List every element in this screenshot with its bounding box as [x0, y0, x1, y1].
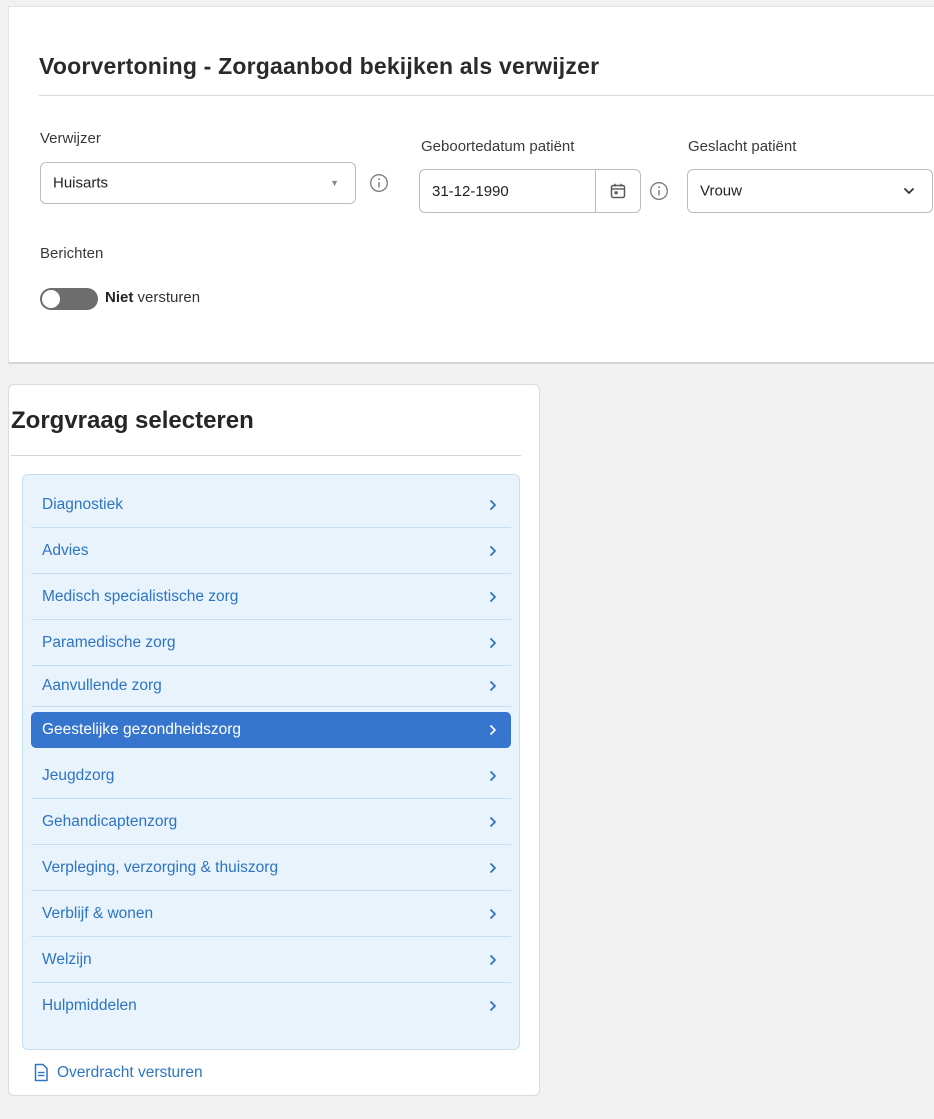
verwijzer-value: Huisarts — [53, 174, 109, 192]
geboortedatum-field — [419, 169, 641, 213]
category-label: Paramedische zorg — [42, 633, 176, 651]
info-circle-icon[interactable] — [649, 181, 669, 201]
category-item[interactable]: Diagnostiek — [31, 482, 511, 528]
category-label: Medisch specialistische zorg — [42, 587, 239, 605]
chevron-right-icon — [490, 681, 496, 691]
berichten-label: Berichten — [40, 245, 104, 262]
zorgvraag-card: Zorgvraag selecteren Diagnostiek Advies Me… — [8, 384, 540, 1096]
chevron-right-icon — [490, 499, 496, 510]
chevron-right-icon — [490, 862, 496, 873]
verwijzer-select[interactable]: Huisarts ▼ — [40, 162, 356, 204]
chevron-right-icon — [490, 724, 496, 735]
chevron-right-icon — [490, 816, 496, 827]
geslacht-label: Geslacht patiënt — [688, 138, 797, 155]
date-input[interactable] — [421, 171, 587, 211]
chevron-right-icon — [490, 545, 496, 556]
title-divider — [39, 95, 934, 96]
zorgvraag-title: Zorgvraag selecteren — [11, 407, 254, 434]
berichten-status-bold: Niet — [105, 289, 134, 306]
calendar-button[interactable] — [595, 170, 640, 212]
geslacht-select[interactable]: Vrouw — [687, 169, 933, 213]
category-label: Advies — [42, 541, 89, 559]
category-item[interactable]: Hulpmiddelen — [31, 983, 511, 1029]
category-label: Aanvullende zorg — [42, 677, 162, 694]
category-label: Diagnostiek — [42, 495, 123, 513]
category-list: Diagnostiek Advies Medisch specialistische… — [22, 474, 520, 1050]
calendar-icon — [610, 183, 626, 199]
category-item[interactable]: Advies — [31, 528, 511, 574]
category-label: Hulpmiddelen — [42, 997, 137, 1014]
chevron-down-icon — [904, 188, 914, 194]
geslacht-value: Vrouw — [700, 182, 742, 200]
geboortedatum-label: Geboortedatum patiënt — [421, 138, 575, 155]
berichten-status-text: versturen — [137, 289, 201, 306]
category-label: Jeugdzorg — [42, 766, 115, 784]
category-item[interactable]: Geestelijke gezondheidszorg — [31, 712, 511, 748]
category-label: Verpleging, verzorging & thuiszorg — [42, 858, 279, 876]
category-label: Welzijn — [42, 950, 92, 968]
verwijzer-label: Verwijzer — [40, 130, 101, 147]
page-title: Voorvertoning - Zorgaanbod bekijken als … — [39, 53, 600, 79]
category-item[interactable]: Aanvullende zorg — [31, 666, 511, 707]
category-label: Verblijf & wonen — [42, 904, 154, 922]
category-label: Gehandicaptenzorg — [42, 812, 178, 830]
preview-panel: Voorvertoning - Zorgaanbod bekijken als … — [8, 6, 934, 364]
chevron-right-icon — [490, 637, 496, 648]
berichten-status: Niet versturen — [105, 289, 200, 306]
category-item[interactable]: Paramedische zorg — [31, 620, 511, 666]
chevron-right-icon — [490, 954, 496, 965]
chevron-right-icon — [490, 770, 496, 781]
category-item[interactable]: Medisch specialistische zorg — [31, 574, 511, 620]
overdracht-label: Overdracht versturen — [57, 1063, 203, 1081]
category-item[interactable]: Gehandicaptenzorg — [31, 799, 511, 845]
category-item[interactable]: Verblijf & wonen — [31, 891, 511, 937]
overdracht-link[interactable]: Overdracht versturen — [33, 1063, 203, 1082]
toggle-knob — [42, 290, 60, 308]
select-caret-icon: ▼ — [330, 178, 339, 188]
berichten-toggle[interactable] — [40, 288, 98, 310]
document-icon — [34, 1063, 48, 1082]
info-circle-icon[interactable] — [369, 173, 389, 193]
category-label: Geestelijke gezondheidszorg — [42, 720, 242, 738]
category-item[interactable]: Jeugdzorg — [31, 753, 511, 799]
chevron-right-icon — [490, 591, 496, 602]
chevron-right-icon — [490, 908, 496, 919]
category-item[interactable]: Welzijn — [31, 937, 511, 983]
chevron-right-icon — [490, 1001, 496, 1011]
card-divider — [11, 455, 521, 456]
category-item[interactable]: Verpleging, verzorging & thuiszorg — [31, 845, 511, 891]
